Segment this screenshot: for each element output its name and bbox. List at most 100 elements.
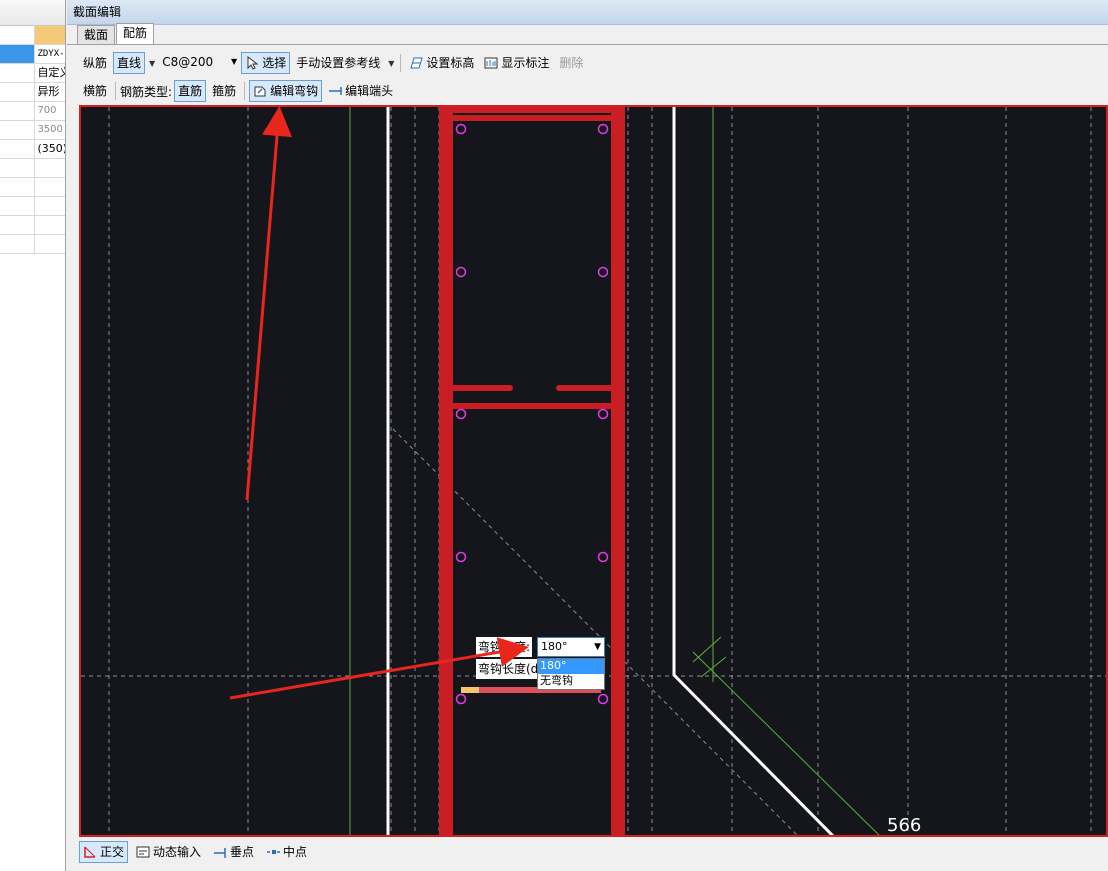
rebar-bar	[451, 403, 613, 409]
wall-edge	[672, 107, 835, 835]
rebar-spec-combo[interactable]: C8@200 ▼	[159, 53, 239, 73]
rebar-node	[455, 123, 467, 135]
tab-strip: 截面 配筋	[67, 23, 1108, 45]
property-value-cell[interactable]: ZDYX-	[35, 45, 65, 63]
property-value-cell[interactable]: 3500	[35, 121, 65, 139]
rebar-bar	[611, 107, 625, 835]
chevron-down-icon[interactable]: ▼	[147, 59, 157, 68]
transverse-rebar-button[interactable]: 横筋	[79, 80, 111, 102]
property-name-cell	[0, 216, 36, 234]
show-annotation-label: 显示标注	[501, 56, 550, 70]
toolbar-separator	[115, 82, 117, 100]
grid-cell	[35, 26, 65, 44]
hook-length-label: 弯钩长度(d)	[476, 659, 545, 679]
stirrup-button[interactable]: 箍筋	[208, 80, 240, 102]
dimension-label: 566	[887, 815, 922, 836]
delete-button[interactable]: 删除	[555, 52, 587, 74]
toolbar-row-2: 横筋 钢筋类型: 直筋 箍筋 编辑弯钩 编辑端头	[79, 79, 397, 103]
rebar-spec-value: C8@200	[162, 55, 214, 69]
property-value-cell[interactable]: 700	[35, 102, 65, 120]
tab-section[interactable]: 截面	[77, 25, 116, 44]
property-name-cell	[0, 64, 36, 82]
set-elevation-label: 设置标高	[426, 56, 475, 70]
edit-hook-button[interactable]: 编辑弯钩	[249, 80, 323, 102]
dynamic-input-label: 动态输入	[153, 845, 202, 859]
property-name-cell	[0, 159, 36, 177]
drawing-canvas[interactable]: 566 弯钩角度: 180° ▼ 弯钩长度(d) 180° 无弯钩	[79, 105, 1108, 837]
hook-angle-option-none[interactable]: 无弯钩	[538, 674, 604, 689]
property-grid: ZDYX- 自定义 异形 700 3500 (350)	[0, 0, 66, 871]
hook-angle-value: 180°	[541, 640, 568, 653]
property-name-cell	[0, 235, 36, 253]
property-value-cell[interactable]	[35, 178, 65, 196]
edit-end-label: 编辑端头	[345, 84, 394, 98]
perpendicular-icon	[213, 845, 227, 859]
rebar-node	[597, 123, 609, 135]
ortho-label: 正交	[100, 845, 125, 859]
tab-reinforcement[interactable]: 配筋	[116, 23, 155, 44]
section-drawing	[81, 107, 1106, 835]
property-grid-header	[0, 0, 65, 26]
property-row[interactable]: 3500	[0, 121, 65, 140]
toolbar-separator	[244, 82, 246, 100]
straight-rebar-button[interactable]: 直筋	[174, 80, 207, 102]
property-name-cell	[0, 45, 36, 63]
property-row[interactable]	[0, 178, 65, 197]
perpendicular-snap-toggle[interactable]: 垂点	[209, 841, 258, 863]
property-value-cell[interactable]	[35, 159, 65, 177]
rebar-node	[597, 266, 609, 278]
property-value-cell[interactable]: (350)	[35, 140, 65, 158]
rebar-node	[455, 551, 467, 563]
property-row[interactable]	[0, 235, 65, 254]
toolbar-separator	[400, 54, 402, 72]
property-value-cell[interactable]	[35, 235, 65, 253]
dynamic-input-icon	[136, 845, 150, 859]
property-value-cell[interactable]: 自定义	[35, 64, 65, 82]
chevron-down-icon[interactable]: ▼	[386, 59, 396, 68]
window-title: 截面编辑	[67, 0, 1108, 25]
property-row[interactable]	[0, 197, 65, 216]
hook-edit-icon	[253, 84, 267, 98]
rebar-node	[597, 551, 609, 563]
edit-end-button[interactable]: 编辑端头	[324, 80, 397, 102]
guide-line	[692, 651, 880, 835]
rebar-node	[455, 266, 467, 278]
chevron-down-icon: ▼	[231, 57, 238, 66]
cursor-arrow-icon	[245, 55, 259, 70]
property-name-cell	[0, 197, 36, 215]
property-row[interactable]: (350)	[0, 140, 65, 159]
midpoint-snap-toggle[interactable]: 中点	[262, 841, 311, 863]
line-mode-button[interactable]: 直线	[113, 52, 146, 74]
section-editor-window: 截面编辑 截面 配筋 纵筋 直线 ▼ C8@200 ▼ 选择 手动设置参考线 ▼…	[67, 0, 1108, 871]
rebar-hook-marker	[461, 687, 479, 693]
midpoint-icon	[266, 845, 282, 859]
hook-angle-label: 弯钩角度:	[476, 637, 533, 657]
rebar-node	[455, 693, 467, 705]
longitudinal-rebar-button[interactable]: 纵筋	[79, 52, 111, 74]
set-elevation-button[interactable]: 设置标高	[405, 52, 478, 74]
property-name-cell	[0, 102, 36, 120]
hook-angle-select[interactable]: 180° ▼	[537, 637, 605, 657]
property-value-cell[interactable]: 异形	[35, 83, 65, 101]
select-button[interactable]: 选择	[241, 52, 291, 74]
manual-ref-line-button[interactable]: 手动设置参考线	[292, 52, 384, 74]
ortho-icon	[83, 845, 97, 859]
select-label: 选择	[262, 56, 287, 70]
property-row[interactable]	[0, 159, 65, 178]
property-row[interactable]: 异形	[0, 83, 65, 102]
dynamic-input-toggle[interactable]: 动态输入	[132, 841, 205, 863]
rebar-bar	[439, 107, 453, 835]
property-row[interactable]: 自定义	[0, 64, 65, 83]
property-row[interactable]	[0, 216, 65, 235]
property-value-cell[interactable]	[35, 216, 65, 234]
hook-angle-option-180[interactable]: 180°	[538, 659, 604, 674]
property-value-cell[interactable]	[35, 197, 65, 215]
rebar-bar	[451, 107, 613, 113]
ortho-toggle[interactable]: 正交	[79, 841, 129, 863]
midpoint-label: 中点	[283, 845, 308, 859]
property-row[interactable]: ZDYX-	[0, 45, 65, 64]
property-row[interactable]: 700	[0, 102, 65, 121]
diagonal-guide-line	[392, 428, 798, 835]
rebar-node	[455, 408, 467, 420]
show-annotation-button[interactable]: 显示标注	[480, 52, 553, 74]
